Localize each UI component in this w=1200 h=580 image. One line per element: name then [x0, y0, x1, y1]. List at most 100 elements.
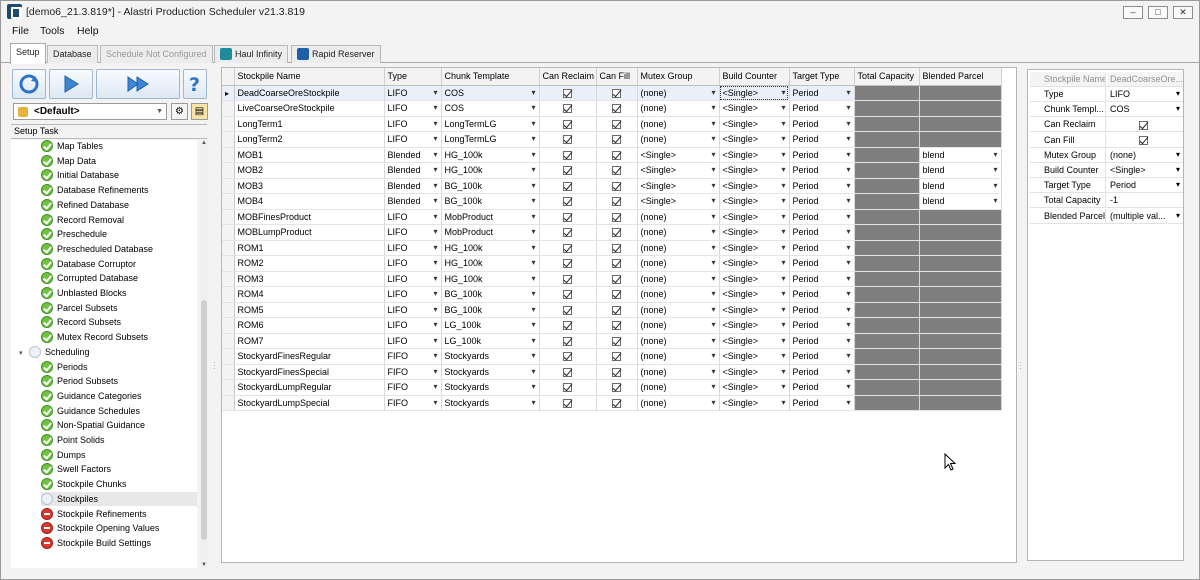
column-header[interactable]: Total Capacity — [854, 68, 920, 86]
target-cell[interactable]: Period — [789, 271, 855, 287]
target-cell[interactable]: Period — [789, 348, 855, 365]
checkbox[interactable] — [612, 290, 621, 300]
row-indicator[interactable] — [222, 255, 235, 272]
checkbox[interactable] — [563, 166, 572, 176]
name-cell[interactable]: MOB4 — [234, 193, 385, 210]
can-fill-cell[interactable] — [596, 286, 638, 303]
name-cell[interactable]: DeadCoarseOreStockpile — [234, 85, 385, 101]
build-cell[interactable]: <Single> — [719, 178, 790, 194]
row-indicator[interactable] — [222, 193, 235, 210]
build-cell[interactable]: <Single> — [719, 224, 790, 241]
target-cell[interactable]: Period — [789, 255, 855, 272]
build-cell[interactable]: <Single> — [719, 379, 790, 396]
checkbox[interactable] — [563, 305, 572, 315]
column-header[interactable]: Chunk Template — [441, 68, 540, 86]
column-header[interactable]: Stockpile Name — [234, 68, 385, 86]
property-row[interactable]: Can Fill — [1030, 132, 1183, 148]
table-row[interactable]: MOBFinesProductLIFOMobProduct (none)<Sing… — [222, 209, 1002, 225]
target-cell[interactable]: Period — [789, 379, 855, 396]
expand-icon[interactable]: ▾ — [19, 347, 29, 361]
row-indicator[interactable] — [222, 147, 235, 163]
name-cell[interactable]: MOB2 — [234, 162, 385, 179]
task-item[interactable]: Period Subsets — [41, 374, 197, 388]
target-cell[interactable]: Period — [789, 317, 855, 334]
checkbox[interactable] — [563, 367, 572, 377]
can-reclaim-cell[interactable] — [539, 302, 597, 318]
table-row[interactable]: StockyardFinesSpecialFIFOStockyards (none… — [222, 364, 1002, 380]
close-button[interactable]: ✕ — [1173, 6, 1193, 19]
maximize-button[interactable]: □ — [1148, 6, 1168, 19]
chunk-cell[interactable]: HG_100k — [441, 255, 540, 272]
checkbox[interactable] — [1139, 120, 1148, 130]
target-cell[interactable]: Period — [789, 364, 855, 380]
type-cell[interactable]: LIFO — [384, 240, 442, 256]
name-cell[interactable]: ROM5 — [234, 302, 385, 318]
task-item[interactable]: Stockpile Chunks — [41, 477, 197, 491]
tab-rapid-reserver[interactable]: Rapid Reserver — [291, 45, 381, 63]
checkbox[interactable] — [1139, 135, 1148, 145]
checkbox[interactable] — [612, 383, 621, 393]
row-indicator[interactable] — [222, 348, 235, 365]
can-reclaim-cell[interactable] — [539, 364, 597, 380]
task-item[interactable]: Dumps — [41, 448, 197, 462]
checkbox[interactable] — [563, 259, 572, 269]
table-row[interactable]: StockyardLumpSpecialFIFOStockyards (none)… — [222, 395, 1002, 411]
can-reclaim-cell[interactable] — [539, 193, 597, 210]
can-fill-cell[interactable] — [596, 271, 638, 287]
name-cell[interactable]: StockyardFinesSpecial — [234, 364, 385, 380]
row-indicator[interactable] — [222, 100, 235, 117]
task-item[interactable]: Non-Spatial Guidance — [41, 418, 197, 432]
help-button[interactable]: ? — [183, 69, 207, 99]
left-splitter[interactable]: · · · — [212, 65, 217, 571]
target-cell[interactable]: Period — [789, 302, 855, 318]
property-value[interactable] — [1107, 133, 1183, 147]
chunk-cell[interactable]: Stockyards — [441, 379, 540, 396]
checkbox[interactable] — [612, 398, 621, 408]
can-reclaim-cell[interactable] — [539, 271, 597, 287]
row-indicator[interactable] — [222, 224, 235, 241]
task-item[interactable]: Swell Factors — [41, 462, 197, 476]
task-item[interactable]: Mutex Record Subsets — [41, 330, 197, 344]
task-item[interactable]: Record Removal — [41, 213, 197, 227]
checkbox[interactable] — [612, 181, 621, 191]
mutex-cell[interactable]: <Single> — [637, 147, 720, 163]
menu-file[interactable]: File — [12, 25, 29, 37]
blended-parcel-cell[interactable]: blend — [919, 147, 1002, 163]
row-indicator[interactable] — [222, 240, 235, 256]
checkbox[interactable] — [612, 197, 621, 207]
run-all-button[interactable] — [96, 69, 180, 99]
scroll-up-icon[interactable]: ▲ — [200, 140, 208, 146]
column-header[interactable]: Type — [384, 68, 442, 86]
chunk-cell[interactable]: Stockyards — [441, 364, 540, 380]
checkbox[interactable] — [563, 135, 572, 145]
mutex-cell[interactable]: <Single> — [637, 178, 720, 194]
can-fill-cell[interactable] — [596, 364, 638, 380]
tab-database[interactable]: Database — [47, 45, 98, 63]
checkbox[interactable] — [563, 212, 572, 222]
chunk-cell[interactable]: COS — [441, 85, 540, 101]
task-item[interactable]: Refined Database — [41, 198, 197, 212]
right-splitter[interactable]: · · · — [1018, 65, 1023, 571]
property-row[interactable]: Chunk Templ... COS — [1030, 102, 1183, 118]
task-item[interactable]: Database Refinements — [41, 183, 197, 197]
table-row[interactable]: ROM1LIFOHG_100k (none)<Single>Period — [222, 240, 1002, 256]
target-cell[interactable]: Period — [789, 286, 855, 303]
can-fill-cell[interactable] — [596, 100, 638, 117]
row-indicator[interactable] — [222, 178, 235, 194]
type-cell[interactable]: FIFO — [384, 364, 442, 380]
task-item[interactable]: Guidance Schedules — [41, 404, 197, 418]
row-indicator[interactable] — [222, 395, 235, 411]
build-cell[interactable]: <Single> — [719, 271, 790, 287]
name-cell[interactable]: ROM4 — [234, 286, 385, 303]
checkbox[interactable] — [563, 336, 572, 346]
mutex-cell[interactable]: (none) — [637, 116, 720, 132]
can-fill-cell[interactable] — [596, 395, 638, 411]
property-row[interactable]: Blended Parcel (multiple val... — [1030, 208, 1183, 224]
table-row[interactable]: ROM5LIFOBG_100k (none)<Single>Period — [222, 302, 1002, 318]
mutex-cell[interactable]: (none) — [637, 255, 720, 272]
can-fill-cell[interactable] — [596, 224, 638, 241]
task-item[interactable]: Initial Database — [41, 168, 197, 182]
build-cell[interactable]: <Single> — [719, 255, 790, 272]
chunk-cell[interactable]: MobProduct — [441, 224, 540, 241]
table-row[interactable]: ROM3LIFOHG_100k (none)<Single>Period — [222, 271, 1002, 287]
